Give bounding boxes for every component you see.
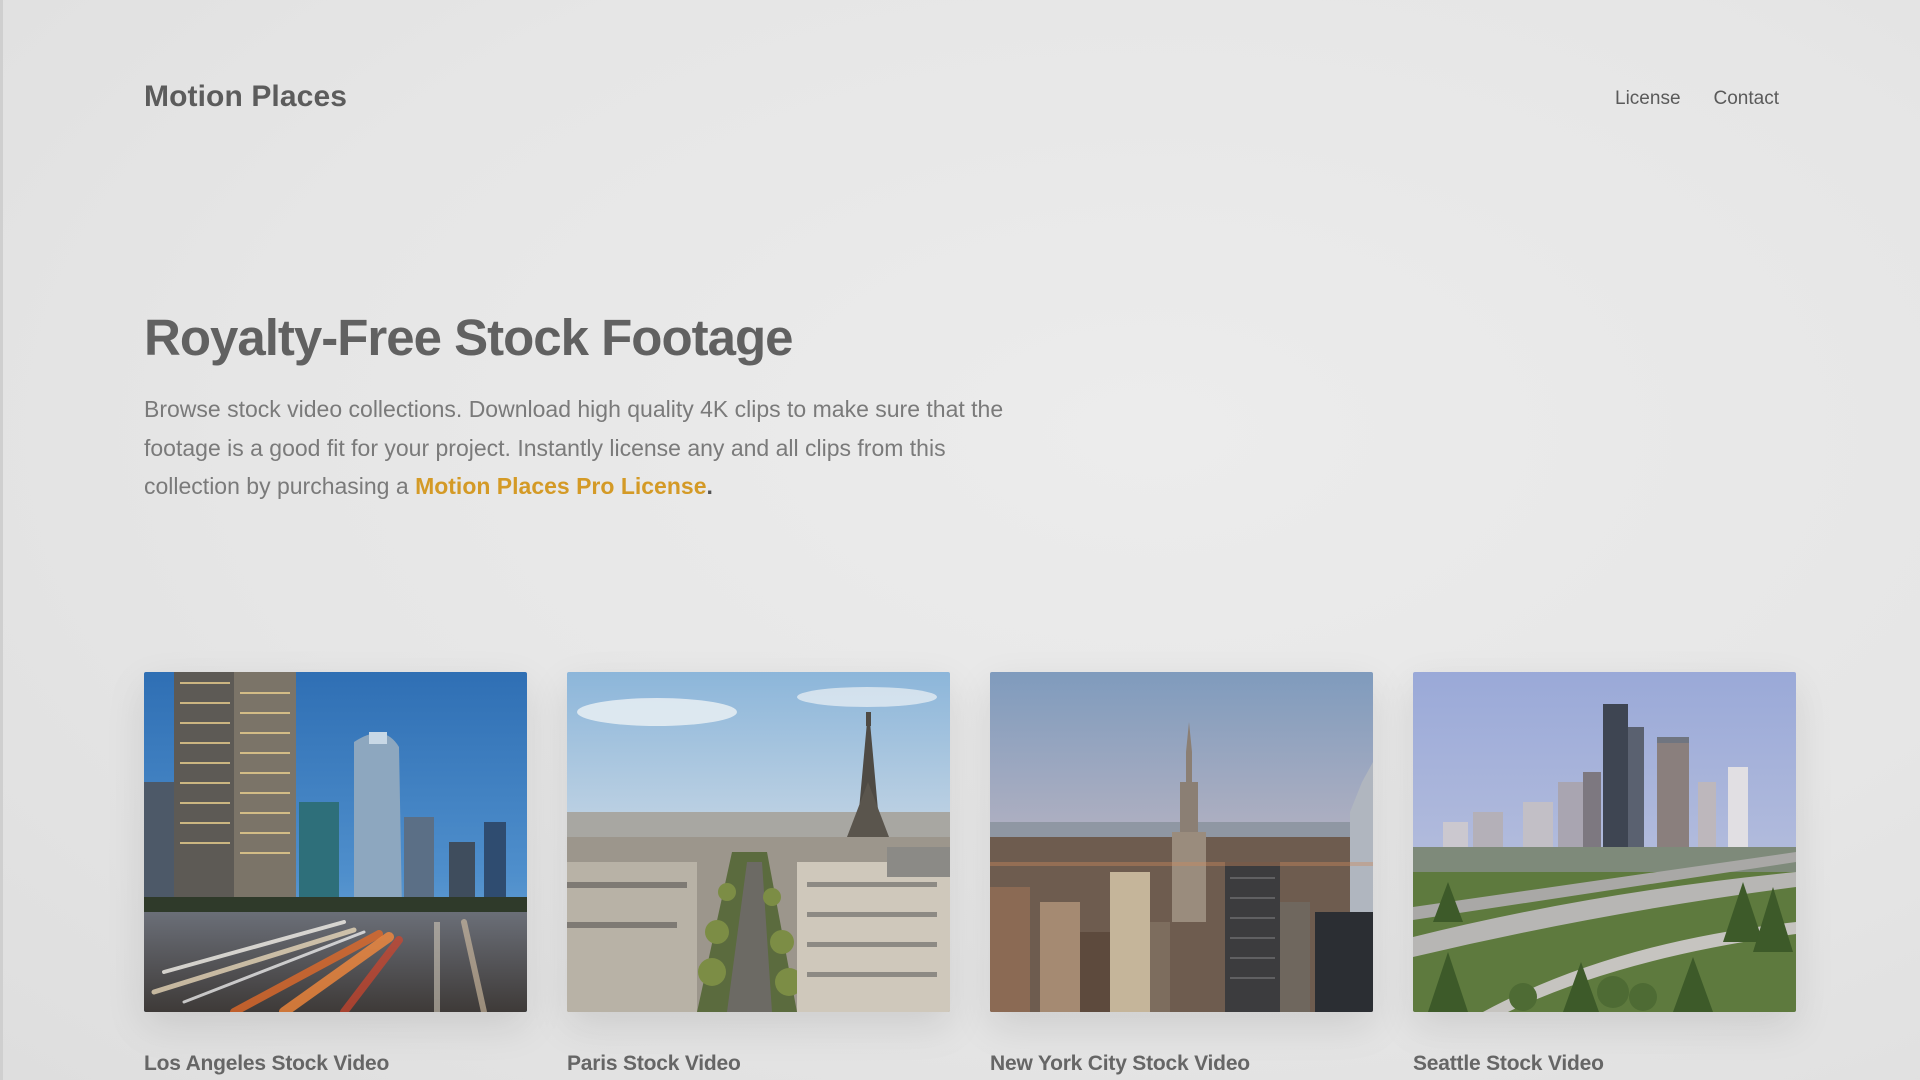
- collection-title[interactable]: Paris Stock Video: [567, 1052, 950, 1076]
- page-title: Royalty-Free Stock Footage: [144, 309, 793, 366]
- paris-eiffel-tower-photo: [567, 672, 950, 1012]
- main-nav: License Contact: [1615, 88, 1779, 110]
- collections-grid: Los Angeles Stock Video Paris Stock Vide…: [144, 672, 1796, 1076]
- los-angeles-thumbnail[interactable]: [144, 672, 527, 1012]
- pro-license-link[interactable]: Motion Places Pro License: [415, 473, 706, 499]
- hero-description-end: .: [706, 473, 713, 499]
- collection-title[interactable]: Seattle Stock Video: [1413, 1052, 1796, 1076]
- collection-card-new-york-city[interactable]: New York City Stock Video: [990, 672, 1373, 1076]
- page-edge: [0, 0, 3, 1080]
- los-angeles-skyline-photo: [144, 672, 527, 1012]
- nav-license-link[interactable]: License: [1615, 88, 1681, 110]
- nav-contact-link[interactable]: Contact: [1714, 88, 1779, 110]
- seattle-skyline-photo: [1413, 672, 1796, 1012]
- paris-thumbnail[interactable]: [567, 672, 950, 1012]
- collection-card-paris[interactable]: Paris Stock Video: [567, 672, 950, 1076]
- new-york-city-thumbnail[interactable]: [990, 672, 1373, 1012]
- hero-description: Browse stock video collections. Download…: [144, 390, 1034, 506]
- site-logo[interactable]: Motion Places: [144, 80, 347, 114]
- collection-title[interactable]: New York City Stock Video: [990, 1052, 1373, 1076]
- collection-card-los-angeles[interactable]: Los Angeles Stock Video: [144, 672, 527, 1076]
- hero-section: Royalty-Free Stock Footage Browse stock …: [144, 306, 1044, 506]
- new-york-skyline-photo: [990, 672, 1373, 1012]
- seattle-thumbnail[interactable]: [1413, 672, 1796, 1012]
- site-header: Motion Places License Contact: [144, 78, 1779, 120]
- collection-title[interactable]: Los Angeles Stock Video: [144, 1052, 527, 1076]
- collection-card-seattle[interactable]: Seattle Stock Video: [1413, 672, 1796, 1076]
